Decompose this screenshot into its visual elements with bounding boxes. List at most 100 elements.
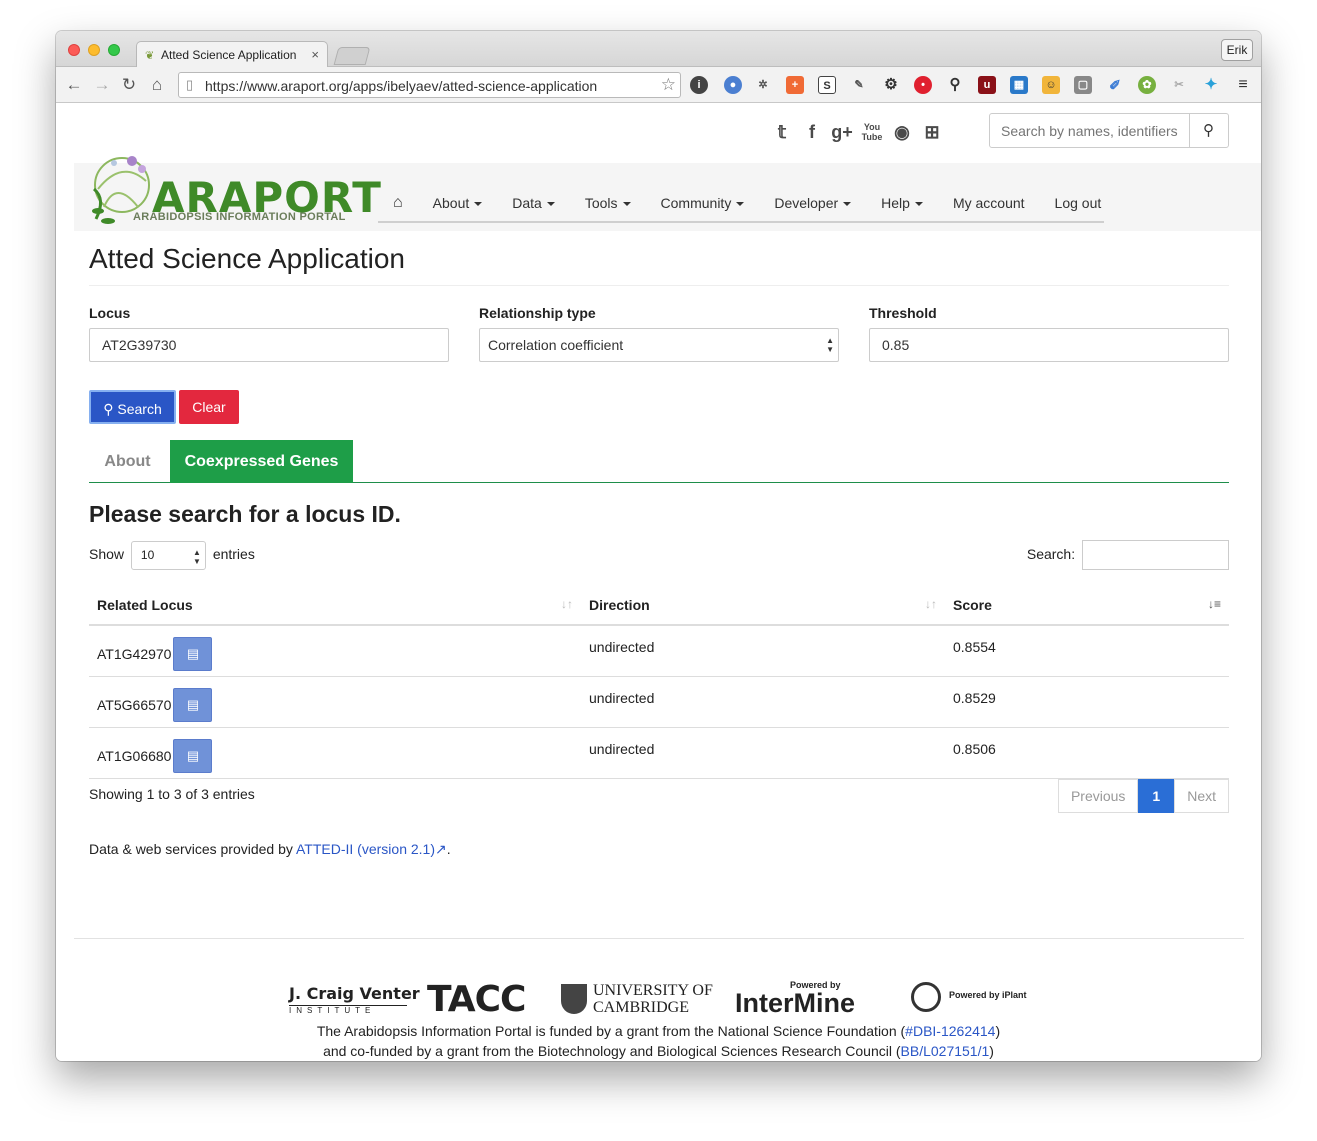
next-page-button[interactable]: Next — [1174, 779, 1229, 813]
table-filter: Search: — [1026, 539, 1229, 571]
search-icon[interactable]: ⚲ — [1189, 114, 1228, 147]
new-tab-button[interactable] — [333, 47, 371, 65]
nav-community[interactable]: Community — [646, 195, 760, 211]
caret-down-icon — [474, 202, 483, 207]
nav-my-account[interactable]: My account — [938, 195, 1040, 211]
reload-icon[interactable]: ↻ — [119, 75, 139, 95]
score-cell: 0.8506 — [945, 727, 1229, 779]
address-bar[interactable]: ▯ https://www.araport.org/apps/ibelyaev/… — [178, 72, 681, 98]
chrome-extension-icon[interactable]: ● — [724, 76, 742, 94]
previous-page-button[interactable]: Previous — [1057, 779, 1139, 813]
box-extension-icon[interactable]: ▦ — [1010, 76, 1028, 94]
jcvi-logo[interactable]: J. Craig Venter INSTITUTE — [289, 980, 420, 1020]
nav-tools[interactable]: Tools — [570, 195, 646, 211]
google-plus-icon[interactable]: g+ — [830, 120, 854, 144]
tab-about[interactable]: About — [89, 440, 166, 483]
tacc-logo[interactable]: TACC — [427, 980, 526, 1020]
cambridge-line-2: CAMBRIDGE — [593, 999, 690, 1016]
select-arrows-icon: ▲ ▼ — [826, 336, 834, 354]
ublock-extension-icon[interactable]: u — [978, 76, 996, 94]
home-icon[interactable]: ⌂ — [147, 75, 167, 95]
column-label: Related Locus — [97, 596, 193, 613]
magnifier-extension-icon[interactable]: ⚲ — [946, 76, 964, 94]
minimize-window-button[interactable] — [88, 44, 100, 56]
face-extension-icon[interactable]: ☺ — [1042, 76, 1060, 94]
browser-tab[interactable]: ❦ Atted Science Application × — [136, 41, 328, 68]
scissors-extension-icon[interactable]: ✂ — [1170, 76, 1188, 94]
relationship-select[interactable]: Correlation coefficient ▲ ▼ — [479, 328, 839, 362]
page-1-button[interactable]: 1 — [1138, 779, 1175, 813]
nav-about-label: About — [432, 195, 470, 211]
filter-input[interactable] — [1082, 540, 1229, 571]
green-extension-icon[interactable]: ✿ — [1138, 76, 1156, 94]
page-icon: ▯ — [186, 77, 194, 92]
leaf-icon: ❦ — [145, 50, 155, 62]
forward-arrow-icon[interactable]: → — [92, 75, 112, 95]
intermine-logo[interactable]: Powered by InterMine — [735, 980, 900, 1020]
locus-input[interactable]: AT2G39730 — [89, 328, 449, 362]
cambridge-logo[interactable]: UNIVERSITY OF CAMBRIDGE — [561, 980, 716, 1020]
square-extension-icon[interactable]: ▢ — [1074, 76, 1092, 94]
table-row: AT1G06680 ▤ undirected 0.8506 — [89, 727, 1229, 779]
profile-button[interactable]: Erik — [1221, 39, 1253, 61]
locus-group: Locus AT2G39730 — [89, 305, 449, 362]
menu-icon[interactable]: ≡ — [1234, 76, 1252, 94]
funding-line-2: and co-funded by a grant from the Biotec… — [56, 1041, 1261, 1061]
nav-developer[interactable]: Developer — [759, 195, 866, 211]
back-arrow-icon[interactable]: ← — [64, 75, 84, 95]
info-extension-icon[interactable]: i — [690, 76, 708, 94]
direction-cell: undirected — [581, 676, 945, 728]
close-window-button[interactable] — [68, 44, 80, 56]
locus-cell: AT1G06680 ▤ — [89, 727, 581, 779]
araport-logo[interactable]: ARAPORT ARABIDOPSIS INFORMATION PORTAL — [86, 149, 381, 227]
threshold-input[interactable]: 0.85 — [869, 328, 1229, 362]
search-button[interactable]: ⚲ Search — [89, 390, 176, 424]
lastpass-extension-icon[interactable]: • — [914, 76, 932, 94]
star-extension-icon[interactable]: ✦ — [1202, 76, 1220, 94]
nsf-grant-link[interactable]: #DBI-1262414 — [905, 1023, 995, 1039]
nav-about[interactable]: About — [418, 195, 498, 211]
zoom-window-button[interactable] — [108, 44, 120, 56]
bug-extension-icon[interactable]: ✲ — [754, 76, 772, 94]
filter-label: Search: — [1026, 546, 1076, 562]
book-icon[interactable]: ▤ — [173, 637, 213, 671]
column-score[interactable]: Score ↓≡ — [945, 585, 1229, 626]
book-icon[interactable]: ▤ — [173, 687, 213, 722]
gear-extension-icon[interactable]: ⚙ — [882, 76, 900, 94]
github-icon[interactable]: ◉ — [890, 120, 914, 144]
atted-link[interactable]: ATTED-II (version 2.1)↗ — [296, 841, 447, 857]
column-direction[interactable]: Direction ↓↑ — [581, 585, 945, 626]
pin-extension-icon[interactable]: ✎ — [850, 76, 868, 94]
clear-button[interactable]: Clear — [179, 390, 239, 424]
youtube-icon[interactable]: You Tube — [860, 120, 884, 144]
tab-close-icon[interactable]: × — [311, 47, 319, 62]
caret-down-icon — [622, 202, 631, 207]
twitter-icon[interactable]: 𝕥 — [770, 120, 794, 144]
threshold-group: Threshold 0.85 — [869, 305, 1229, 362]
main-navigation: ⌂ About Data Tools Community Developer H… — [378, 185, 1104, 223]
bookmark-star-icon[interactable]: ☆ — [661, 75, 676, 95]
nav-log-out[interactable]: Log out — [1040, 195, 1117, 211]
browser-toolbar: ← → ↻ ⌂ ▯ https://www.araport.org/apps/i… — [56, 67, 1261, 103]
pencil-extension-icon[interactable]: ✐ — [1106, 76, 1124, 94]
show-label: Show — [89, 546, 125, 562]
facebook-icon[interactable]: f — [800, 120, 824, 144]
tab-coexpressed-genes[interactable]: Coexpressed Genes — [170, 440, 353, 483]
iplant-logo[interactable]: Powered by iPlant — [911, 980, 1031, 1020]
nav-data[interactable]: Data — [497, 195, 570, 211]
slideshare-icon[interactable]: ⊞ — [920, 120, 944, 144]
plus-extension-icon[interactable]: + — [786, 76, 804, 94]
s-extension-icon[interactable]: S — [818, 76, 836, 94]
column-related-locus[interactable]: Related Locus ↓↑ — [89, 585, 581, 626]
home-nav-icon[interactable]: ⌂ — [378, 194, 418, 212]
nav-help-label: Help — [881, 195, 910, 211]
nav-help[interactable]: Help — [866, 195, 938, 211]
funding-line-1-end: ) — [995, 1023, 1001, 1039]
site-search-input[interactable] — [990, 114, 1190, 147]
bbsrc-grant-link[interactable]: BB/L027151/1 — [901, 1043, 990, 1059]
sponsor-logos: J. Craig Venter INSTITUTE TACC UNIVERSIT… — [289, 980, 1034, 1020]
search-button-label: Search — [117, 401, 162, 417]
book-icon[interactable]: ▤ — [173, 738, 213, 773]
page-length-select[interactable]: 10 ▲ ▼ — [130, 540, 206, 570]
data-attribution: Data & web services provided by ATTED-II… — [89, 841, 451, 858]
